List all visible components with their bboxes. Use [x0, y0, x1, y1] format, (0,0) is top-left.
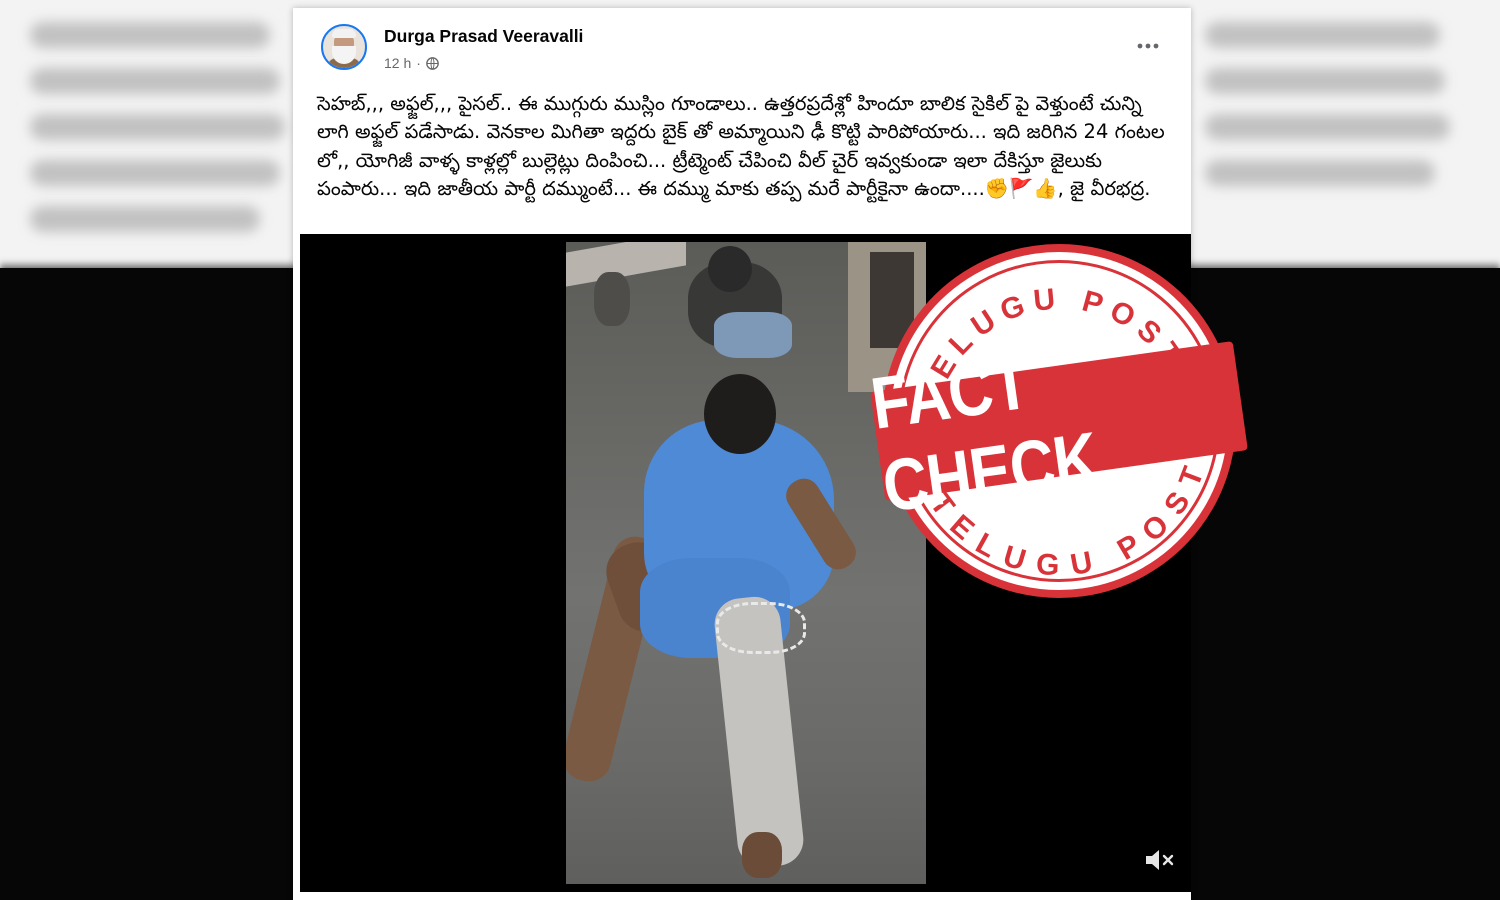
- post-meta: 12 h ·: [384, 55, 439, 71]
- blurred-text: [1205, 22, 1440, 48]
- blurred-text: [30, 68, 280, 94]
- mute-icon[interactable]: [1142, 846, 1176, 874]
- blurred-text: [1205, 160, 1435, 186]
- blurred-text: [30, 206, 260, 232]
- man-foot: [742, 832, 782, 878]
- more-options-icon[interactable]: [1135, 38, 1161, 52]
- leg-chain: [716, 602, 806, 654]
- post-text: సెహబ్,,, అఫ్జల్,,, పైసల్.. ఈ ముగ్గురు ము…: [317, 92, 1165, 201]
- globe-icon: [426, 56, 439, 70]
- author-name[interactable]: Durga Prasad Veeravalli: [384, 26, 583, 47]
- dot-separator: ·: [416, 55, 421, 71]
- crawling-person-head: [708, 246, 752, 292]
- blurred-text: [30, 22, 270, 48]
- post-timestamp[interactable]: 12 h: [384, 55, 411, 71]
- avatar[interactable]: [321, 24, 367, 70]
- blurred-text: [1205, 114, 1450, 140]
- man-head: [704, 374, 776, 454]
- background-person: [594, 272, 630, 326]
- fact-check-stamp: TELUGU POST TELUGU POST FACT CHECK: [859, 221, 1259, 621]
- blurred-text: [30, 160, 280, 186]
- avatar-hair: [332, 29, 356, 38]
- stamp-band: FACT CHECK: [866, 341, 1248, 528]
- blurred-text: [30, 114, 285, 140]
- crawling-person-legs: [714, 312, 792, 358]
- blurred-text: [1205, 68, 1445, 94]
